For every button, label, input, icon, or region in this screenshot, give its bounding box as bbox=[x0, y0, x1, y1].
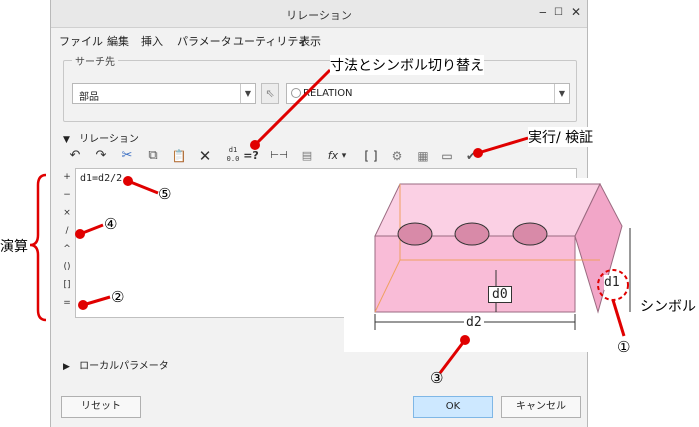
hole bbox=[454, 222, 490, 246]
arrow-dot bbox=[473, 148, 483, 158]
block-front-face bbox=[374, 235, 576, 313]
marker-4: ④ bbox=[104, 215, 118, 233]
arrow-dot bbox=[78, 300, 88, 310]
symbol-callout: シンボル bbox=[640, 299, 696, 315]
d1-label: d1 bbox=[604, 275, 620, 290]
arrow-dot bbox=[460, 335, 470, 345]
operators-brace bbox=[29, 173, 47, 322]
dim-symbol-toggle-callout: 寸法とシンボル切り替え bbox=[330, 55, 484, 75]
marker-1: ① bbox=[617, 338, 631, 356]
arrow-line bbox=[477, 136, 529, 155]
arrow-dot bbox=[75, 229, 85, 239]
d2-label: d2 bbox=[464, 315, 484, 330]
exec-verify-callout: 実行/ 検証 bbox=[528, 127, 594, 147]
arrow-dot bbox=[250, 140, 260, 150]
hole bbox=[512, 222, 548, 246]
d0-label: d0 bbox=[488, 286, 512, 303]
marker-2: ② bbox=[111, 288, 125, 306]
arrow-dot bbox=[123, 176, 133, 186]
operators-callout: 演算 bbox=[0, 239, 28, 255]
hole bbox=[397, 222, 433, 246]
marker-3: ③ bbox=[430, 369, 444, 387]
marker-5: ⑤ bbox=[158, 185, 172, 203]
arrow-line bbox=[253, 68, 332, 147]
